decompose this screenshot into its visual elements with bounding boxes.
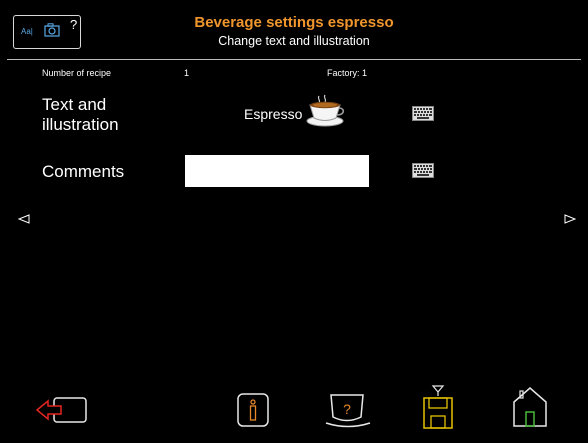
recipe-number-value: 1 (184, 68, 190, 78)
recipe-number-label: Number of recipe (42, 68, 112, 78)
comments-label: Comments (42, 162, 125, 181)
header-divider (7, 59, 581, 60)
svg-text:?: ? (343, 401, 351, 417)
text-illustration-label: Text and illustration (42, 95, 119, 134)
triangle-left-icon[interactable] (17, 211, 30, 229)
beverage-name[interactable]: Espresso (244, 104, 302, 124)
comments-field[interactable] (185, 155, 369, 187)
save-icon[interactable] (421, 384, 455, 435)
keyboard-icon[interactable] (412, 106, 434, 126)
info-icon[interactable] (236, 392, 270, 433)
triangle-right-icon[interactable] (564, 211, 577, 229)
exit-icon[interactable] (34, 392, 90, 433)
page-title: Beverage settings espresso (194, 14, 394, 31)
home-icon[interactable] (512, 386, 548, 433)
keyboard-icon[interactable] (412, 163, 434, 183)
page-subtitle: Change text and illustration (218, 34, 370, 48)
factory-label: Factory: 1 (327, 68, 368, 78)
cup-help-icon[interactable]: ? (323, 392, 373, 435)
espresso-cup-icon[interactable] (305, 94, 345, 133)
